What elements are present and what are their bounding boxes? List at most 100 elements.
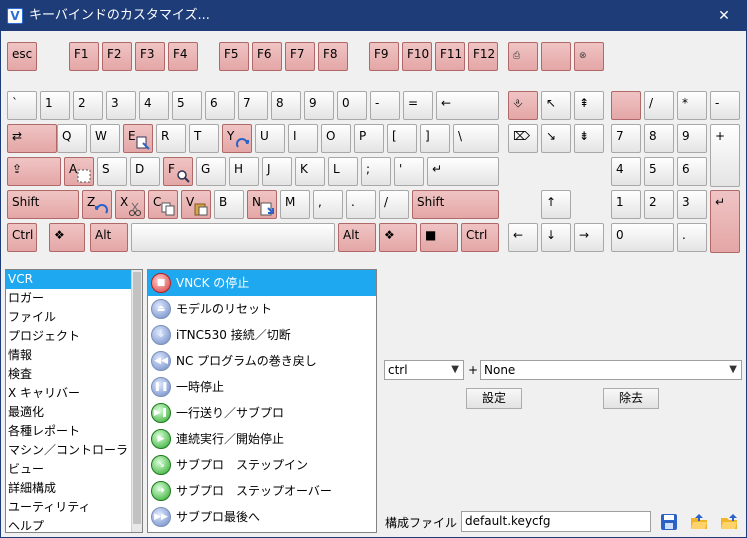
key-f[interactable]: F xyxy=(163,157,193,186)
key-z[interactable]: Z xyxy=(82,190,112,219)
command-item[interactable]: ↘ サブプロ ステップイン xyxy=(148,452,376,478)
key-f7[interactable]: F7 xyxy=(285,42,315,71)
key-d5[interactable]: 5 xyxy=(172,91,202,120)
key-v[interactable]: V xyxy=(181,190,211,219)
key-l[interactable]: L xyxy=(328,157,358,186)
key-n6[interactable]: 6 xyxy=(677,157,707,186)
key-equal[interactable]: = xyxy=(403,91,433,120)
key-y[interactable]: Y xyxy=(222,124,252,153)
key-f11[interactable]: F11 xyxy=(435,42,465,71)
key-rbracket[interactable]: ] xyxy=(420,124,450,153)
key-u[interactable]: U xyxy=(255,124,285,153)
key-d4[interactable]: 4 xyxy=(139,91,169,120)
command-item[interactable]: ▶❚ 一行送り／サブプロ xyxy=(148,400,376,426)
key-q[interactable]: Q xyxy=(57,124,87,153)
key-rshift[interactable]: Shift xyxy=(412,190,499,219)
key-i[interactable]: I xyxy=(288,124,318,153)
key-del[interactable]: ⌦ xyxy=(508,124,538,153)
key-caps[interactable]: ⇪ xyxy=(7,157,61,186)
key-f3[interactable]: F3 xyxy=(135,42,165,71)
key-n4[interactable]: 4 xyxy=(611,157,641,186)
key-period[interactable]: . xyxy=(346,190,376,219)
key-m[interactable]: M xyxy=(280,190,310,219)
category-item[interactable]: マシン／コントローラ xyxy=(6,441,142,460)
key-f12[interactable]: F12 xyxy=(468,42,498,71)
key-n2[interactable]: 2 xyxy=(644,190,674,219)
close-button[interactable]: ✕ xyxy=(715,7,733,25)
key-quote[interactable]: ' xyxy=(394,157,424,186)
key-minus[interactable]: - xyxy=(370,91,400,120)
command-list[interactable]: ■ VNCK の停止 ⏏ モデルのリセット ⏚ iTNC530 接続／切断 ◀◀ NC プログ… xyxy=(147,269,377,533)
category-item[interactable]: ロガー xyxy=(6,289,142,308)
key-d3[interactable]: 3 xyxy=(106,91,136,120)
key-n8[interactable]: 8 xyxy=(644,124,674,153)
key-e[interactable]: E xyxy=(123,124,153,153)
key-t[interactable]: T xyxy=(189,124,219,153)
key-c[interactable]: C xyxy=(148,190,178,219)
key-lalt[interactable]: Alt xyxy=(90,223,128,252)
key-f1[interactable]: F1 xyxy=(69,42,99,71)
save-folder-icon[interactable] xyxy=(720,513,738,531)
key-pause[interactable]: ⊗ xyxy=(574,42,604,71)
command-item[interactable]: ⏚ iTNC530 接続／切断 xyxy=(148,322,376,348)
key-k[interactable]: K xyxy=(295,157,325,186)
key-home[interactable]: ↖ xyxy=(541,91,571,120)
key-backquote[interactable]: ` xyxy=(7,91,37,120)
key-pgup[interactable]: ⇞ xyxy=(574,91,604,120)
key-prtsc[interactable]: ⎙ xyxy=(508,42,538,71)
config-file-field[interactable]: default.keycfg xyxy=(461,511,651,532)
key-lshift[interactable]: Shift xyxy=(7,190,79,219)
key-comma[interactable]: , xyxy=(313,190,343,219)
category-item[interactable]: 検査 xyxy=(6,365,142,384)
key-lctrl[interactable]: Ctrl xyxy=(7,223,37,252)
save-icon[interactable] xyxy=(660,513,678,531)
key-up[interactable]: ↑ xyxy=(541,190,571,219)
command-item[interactable]: ⏏ モデルのリセット xyxy=(148,296,376,322)
key-n5[interactable]: 5 xyxy=(644,157,674,186)
remove-button[interactable]: 除去 xyxy=(603,388,659,409)
key-slash[interactable]: / xyxy=(379,190,409,219)
set-button[interactable]: 設定 xyxy=(466,388,522,409)
key-scroll[interactable] xyxy=(541,42,571,71)
key-esc[interactable]: esc xyxy=(7,42,37,71)
command-item[interactable]: ◀◀ NC プログラムの巻き戻し xyxy=(148,348,376,374)
key-n1[interactable]: 1 xyxy=(611,190,641,219)
key-ralt[interactable]: Alt xyxy=(338,223,376,252)
key-n3[interactable]: 3 xyxy=(677,190,707,219)
open-folder-icon[interactable] xyxy=(690,513,708,531)
key-s[interactable]: S xyxy=(97,157,127,186)
key-numlock[interactable] xyxy=(611,91,641,120)
key-d6[interactable]: 6 xyxy=(205,91,235,120)
key-b[interactable]: B xyxy=(214,190,244,219)
key-backslash[interactable]: \ xyxy=(453,124,499,153)
key-g[interactable]: G xyxy=(196,157,226,186)
key-n7[interactable]: 7 xyxy=(611,124,641,153)
command-item[interactable]: ➜ サブプロ ステップオーバー xyxy=(148,478,376,504)
key-f4[interactable]: F4 xyxy=(168,42,198,71)
key-nsub[interactable]: - xyxy=(710,91,740,120)
key-down[interactable]: ↓ xyxy=(541,223,571,252)
category-item[interactable]: 詳細構成 xyxy=(6,479,142,498)
key-menu[interactable]: ■ xyxy=(420,223,458,252)
key-d8[interactable]: 8 xyxy=(271,91,301,120)
key-pgdn[interactable]: ⇟ xyxy=(574,124,604,153)
modifier-select[interactable]: ctrl ▼ xyxy=(384,360,464,380)
key-f8[interactable]: F8 xyxy=(318,42,348,71)
key-j[interactable]: J xyxy=(262,157,292,186)
category-item[interactable]: ユーティリティ xyxy=(6,498,142,517)
key-o[interactable]: O xyxy=(321,124,351,153)
key-enter[interactable]: ↵ xyxy=(427,157,499,186)
key-ins[interactable]: ⎀ xyxy=(508,91,538,120)
key-x[interactable]: X xyxy=(115,190,145,219)
key-f6[interactable]: F6 xyxy=(252,42,282,71)
key-h[interactable]: H xyxy=(229,157,259,186)
key-a[interactable]: A xyxy=(64,157,94,186)
category-item[interactable]: X キャリバー xyxy=(6,384,142,403)
command-item[interactable]: ❚❚ 一時停止 xyxy=(148,374,376,400)
key-ndiv[interactable]: / xyxy=(644,91,674,120)
command-item[interactable]: ▶ 連続実行／開始停止 xyxy=(148,426,376,452)
key-p[interactable]: P xyxy=(354,124,384,153)
key-nenter[interactable]: ↵ xyxy=(710,190,740,253)
category-item[interactable]: 情報 xyxy=(6,346,142,365)
command-item[interactable]: ▶▶ サブプロ最後へ xyxy=(148,504,376,530)
